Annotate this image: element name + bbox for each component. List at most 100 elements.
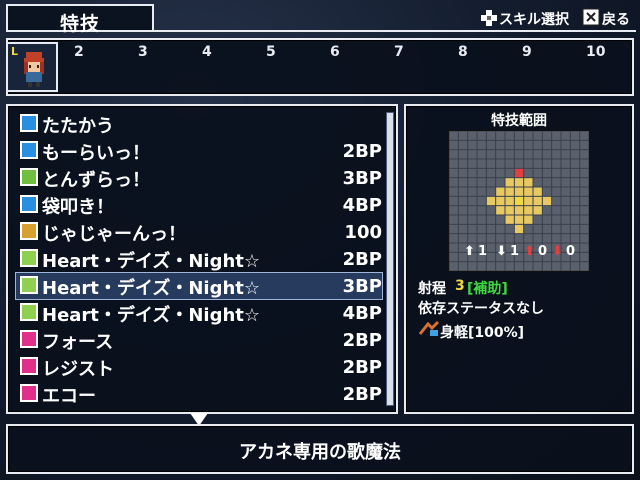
party-slot-7[interactable]: 7 (394, 44, 404, 60)
title-box: 特技 (6, 4, 154, 35)
range-cell (552, 140, 561, 150)
range-cell (514, 234, 524, 243)
party-slot-9[interactable]: 9 (522, 44, 532, 60)
range-cell (514, 206, 524, 215)
character-portrait-icon (24, 52, 44, 87)
buff-down-icon: ⬇ (496, 244, 507, 259)
range-cell (486, 252, 496, 262)
range-cell (486, 150, 496, 159)
range-cell (449, 150, 458, 159)
range-cell (458, 159, 468, 168)
range-cell (496, 262, 505, 271)
party-slot-4[interactable]: 4 (202, 44, 212, 60)
range-cell (570, 206, 580, 215)
range-cell (524, 131, 533, 140)
skill-row[interactable]: フォース 2BP (16, 327, 382, 353)
range-cell (552, 224, 561, 234)
range-cell (505, 187, 514, 196)
skill-cost: 100 (344, 222, 382, 243)
range-cell (524, 196, 533, 206)
skill-row[interactable]: エコー 2BP (16, 381, 382, 407)
range-cell (580, 178, 589, 187)
skill-row[interactable]: 袋叩き！ 4BP (16, 192, 382, 218)
range-cell (533, 178, 542, 187)
effect-text: 身軽[100%] (440, 325, 525, 341)
range-cell (505, 224, 514, 234)
range-cell (542, 140, 552, 150)
range-cell (477, 159, 486, 168)
range-cell (570, 159, 580, 168)
skill-row[interactable]: Heart・デイズ・Night☆ 3BP (15, 272, 383, 300)
skill-name: エコー (42, 386, 96, 407)
range-cell (552, 234, 561, 243)
range-cell (514, 178, 524, 187)
range-cell (449, 224, 458, 234)
range-cell (505, 178, 514, 187)
skill-cost: 4BP (342, 303, 382, 324)
range-cell (533, 131, 542, 140)
range-cell (542, 168, 552, 178)
range-cell (552, 196, 561, 206)
button-x-icon (582, 8, 600, 26)
party-slot-1[interactable]: L (6, 42, 58, 92)
skill-row[interactable]: たたかう (16, 111, 382, 137)
range-cell (580, 168, 589, 178)
range-cell (458, 206, 468, 215)
range-cell (514, 262, 524, 271)
range-cell (449, 131, 458, 140)
range-cell (524, 140, 533, 150)
skill-name: とんずらっ！ (42, 170, 150, 191)
range-cell (552, 178, 561, 187)
range-cell (524, 224, 533, 234)
range-cell (468, 150, 477, 159)
range-cell (524, 215, 533, 224)
range-cell (570, 215, 580, 224)
range-cell (449, 159, 458, 168)
range-cell (514, 140, 524, 150)
range-cell (449, 243, 458, 252)
skill-row[interactable]: Heart・デイズ・Night☆ 2BP (16, 246, 382, 272)
range-cell (477, 168, 486, 178)
debuff-up-icon: ⬆ (524, 244, 535, 259)
header-divider (154, 30, 636, 32)
party-slot-2[interactable]: 2 (74, 44, 84, 60)
range-cell (477, 262, 486, 271)
range-cell (468, 140, 477, 150)
skill-row[interactable]: もーらいっ！ 2BP (16, 138, 382, 164)
range-cell (449, 234, 458, 243)
skill-cost: 2BP (342, 384, 382, 405)
range-cell (524, 206, 533, 215)
range-cell (468, 168, 477, 178)
skill-row[interactable]: Heart・デイズ・Night☆ 4BP (16, 300, 382, 326)
party-slot-3[interactable]: 3 (138, 44, 148, 60)
range-cell (570, 196, 580, 206)
range-cell (570, 262, 580, 271)
range-cell (561, 159, 570, 168)
range-title: 特技範囲 (491, 113, 547, 129)
party-slot-10[interactable]: 10 (586, 44, 605, 60)
range-cell (552, 168, 561, 178)
range-cell (533, 187, 542, 196)
skill-cost: 2BP (342, 249, 382, 270)
range-cell (514, 168, 524, 178)
range-cell (477, 187, 486, 196)
song-icon (20, 249, 38, 267)
skill-row[interactable]: とんずらっ！ 3BP (16, 165, 382, 191)
range-cell (505, 262, 514, 271)
range-cell (570, 224, 580, 234)
party-slot-8[interactable]: 8 (458, 44, 468, 60)
range-cell (458, 262, 468, 271)
skill-row[interactable]: じゃじゃーんっ！ 100 (16, 219, 382, 245)
range-cell (477, 178, 486, 187)
range-cell (533, 215, 542, 224)
range-cell (561, 234, 570, 243)
range-cell (561, 131, 570, 140)
song-icon (20, 303, 38, 321)
party-slot-6[interactable]: 6 (330, 44, 340, 60)
range-cell (458, 234, 468, 243)
party-slot-5[interactable]: 5 (266, 44, 276, 60)
skill-row[interactable]: レジスト 2BP (16, 354, 382, 380)
range-cell (552, 215, 561, 224)
range-cell (496, 131, 505, 140)
scrollbar-track[interactable] (386, 112, 394, 406)
